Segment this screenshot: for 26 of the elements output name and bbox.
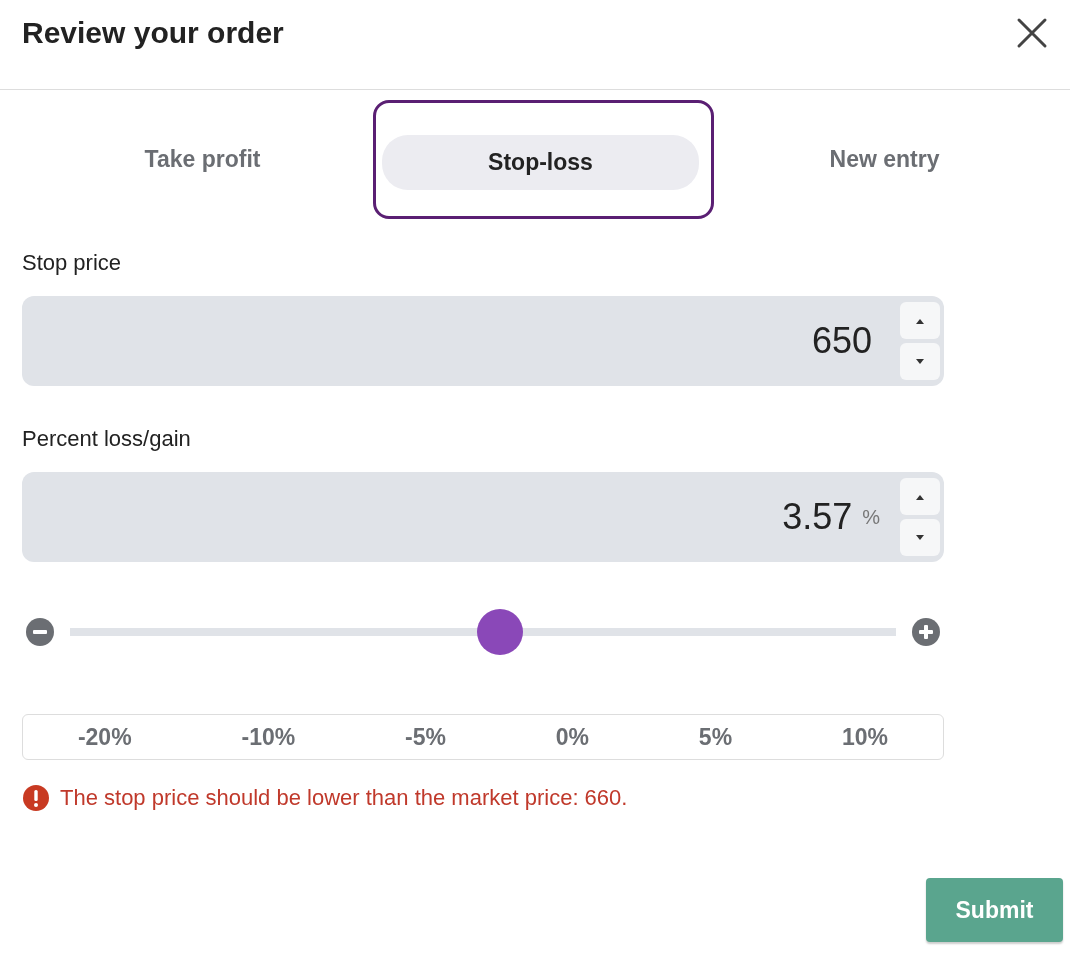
submit-button[interactable]: Submit [926, 878, 1063, 942]
tab[interactable]: Take profit [124, 132, 281, 187]
slider-thumb[interactable] [476, 609, 523, 655]
preset-option[interactable]: -5% [399, 719, 452, 755]
preset-option[interactable]: -20% [71, 719, 138, 755]
field-value: 3.57 [782, 496, 853, 538]
close-icon[interactable] [1016, 16, 1048, 49]
tab[interactable]: Stop-loss [382, 135, 699, 190]
dialog-title: Review your order [22, 15, 284, 50]
preset-option[interactable]: 0% [549, 719, 595, 755]
preset-option[interactable]: 10% [835, 719, 894, 755]
error-message: The stop price should be lower than the market price: 660. [60, 785, 628, 811]
minus-icon[interactable] [25, 617, 55, 647]
tab[interactable]: New entry [809, 132, 960, 187]
field-label: Stop price [22, 250, 123, 276]
error-icon [22, 784, 50, 812]
field-label: Percent loss/gain [22, 426, 192, 452]
caret-up-icon [915, 317, 925, 324]
caret-up-icon [915, 493, 925, 500]
caret-down-icon [915, 534, 925, 541]
unit-label: % [862, 505, 880, 529]
plus-icon[interactable] [911, 617, 941, 647]
field-value: 650 [811, 320, 872, 362]
preset-option[interactable]: -10% [235, 719, 302, 755]
caret-down-icon [915, 358, 925, 365]
preset-option[interactable]: 5% [692, 719, 739, 755]
